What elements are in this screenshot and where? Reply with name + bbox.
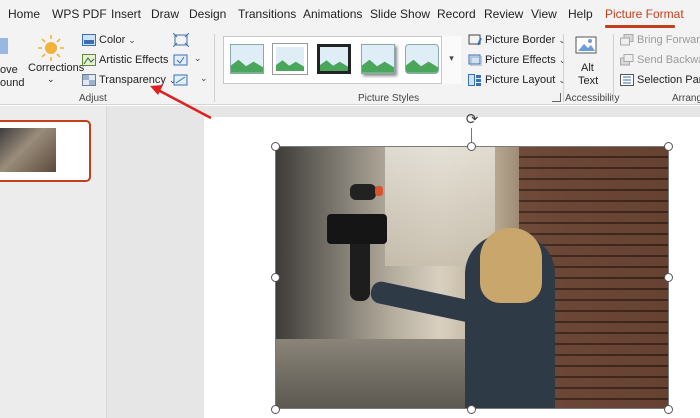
transparency-label: Transparency [99,74,166,86]
group-separator [214,34,215,102]
picture-style-thumbnail[interactable] [317,44,351,74]
chevron-down-icon: ⌄ [194,53,202,63]
transparency-icon [82,74,96,86]
tab-slide-show[interactable]: Slide Show [370,7,430,21]
color-button[interactable]: Color ⌄ [82,34,136,46]
selection-pane-icon [620,74,634,86]
alt-text-label-line1: Alt [581,62,594,74]
picture-layout-button[interactable]: Picture Layout ⌄ [468,74,566,86]
send-backward-label: Send Backward [637,54,700,66]
change-picture-icon [173,54,188,66]
picture-layout-icon [468,74,481,86]
tab-draw[interactable]: Draw [151,7,179,21]
remove-background-label-line1: ove [0,64,18,76]
resize-handle-bottom-left[interactable] [271,405,280,414]
picture-border-button[interactable]: Picture Border ⌄ [468,34,566,46]
bring-forward-button[interactable]: Bring Forward [620,34,700,46]
corrections-button[interactable]: Corrections ⌄ [26,32,84,88]
chevron-down-icon: ⌄ [47,74,55,84]
adjust-group-label: Adjust [79,93,107,104]
chevron-down-icon: ▾ [449,53,454,63]
active-tab-indicator [605,25,675,28]
picture-style-thumbnail[interactable] [405,44,439,74]
compress-pictures-icon [172,32,190,48]
picture-styles-gallery [223,36,461,84]
color-icon [82,34,96,46]
tab-review[interactable]: Review [484,7,523,21]
chevron-down-icon: ⌄ [200,73,208,83]
chevron-down-icon: ⌄ [128,34,136,45]
picture-style-thumbnail[interactable] [361,44,395,74]
alt-text-icon [575,36,597,54]
accessibility-group-label: Accessibility [565,93,620,104]
group-separator [613,34,614,102]
alt-text-label-line2: Text [578,75,599,87]
send-backward-button[interactable]: Send Backward [620,54,700,66]
rotate-icon[interactable]: ⟳ [463,111,481,129]
color-label: Color [99,34,126,46]
corrections-label: Corrections [28,62,85,74]
picture-style-thumbnail[interactable] [230,44,264,74]
selection-pane-label: Selection Pane [637,74,700,86]
tab-home[interactable]: Home [8,7,40,21]
arrange-group-label: Arrange [672,93,700,104]
selection-frame [275,146,669,409]
artistic-effects-icon [82,54,96,66]
tab-help[interactable]: Help [568,7,593,21]
tab-insert[interactable]: Insert [111,7,141,21]
slide-thumbnail[interactable] [0,120,91,182]
resize-handle-right[interactable] [664,273,673,282]
artistic-effects-label: Artistic Effects [99,54,169,66]
remove-background-icon [0,38,8,54]
compress-pictures-button[interactable] [172,32,190,48]
tab-wps-pdf[interactable]: WPS PDF [52,7,107,21]
resize-handle-top-right[interactable] [664,142,673,151]
bring-forward-icon [620,34,634,46]
resize-handle-bottom[interactable] [467,405,476,414]
resize-handle-bottom-right[interactable] [664,405,673,414]
picture-border-icon [468,34,482,46]
group-separator [563,34,564,102]
picture-layout-label: Picture Layout [485,74,556,86]
ribbon: ove ound Corrections ⌄ Color ⌄ Artistic … [0,30,700,105]
selection-pane-button[interactable]: Selection Pane [620,74,700,86]
picture-border-label: Picture Border [485,34,556,46]
picture-effects-button[interactable]: Picture Effects ⌄ [468,54,566,66]
alt-text-button[interactable]: Alt Text [568,32,606,90]
tab-animations[interactable]: Animations [303,7,362,21]
tab-design[interactable]: Design [189,7,226,21]
dialog-launcher-icon[interactable] [552,93,561,102]
picture-style-thumbnail[interactable] [273,44,307,74]
resize-handle-top-left[interactable] [271,142,280,151]
tab-record[interactable]: Record [437,7,476,21]
artistic-effects-button[interactable]: Artistic Effects ⌄ [82,54,179,66]
bring-forward-label: Bring Forward [637,34,700,46]
reset-picture-icon [173,74,188,86]
change-picture-button[interactable]: ⌄ [173,53,202,67]
resize-handle-left[interactable] [271,273,280,282]
gallery-more-button[interactable]: ▾ [441,36,461,84]
send-backward-icon [620,54,634,66]
ribbon-tabs: Home WPS PDF Insert Draw Design Transiti… [0,0,700,30]
reset-picture-button[interactable]: ⌄ [173,73,208,87]
slide-thumbnail-image [0,128,56,172]
resize-handle-top[interactable] [467,142,476,151]
transparency-button[interactable]: Transparency ⌄ [82,74,176,86]
picture-styles-group-label: Picture Styles [358,93,420,104]
sun-icon [38,35,64,61]
slide-thumbnail-pane [0,106,107,418]
tab-view[interactable]: View [531,7,557,21]
tab-transitions[interactable]: Transitions [238,7,296,21]
picture-effects-label: Picture Effects [485,54,556,66]
remove-background-label-line2: ound [0,77,25,89]
remove-background-button[interactable]: ove ound [0,32,25,89]
tab-picture-format[interactable]: Picture Format [605,7,684,21]
picture-effects-icon [468,54,482,66]
